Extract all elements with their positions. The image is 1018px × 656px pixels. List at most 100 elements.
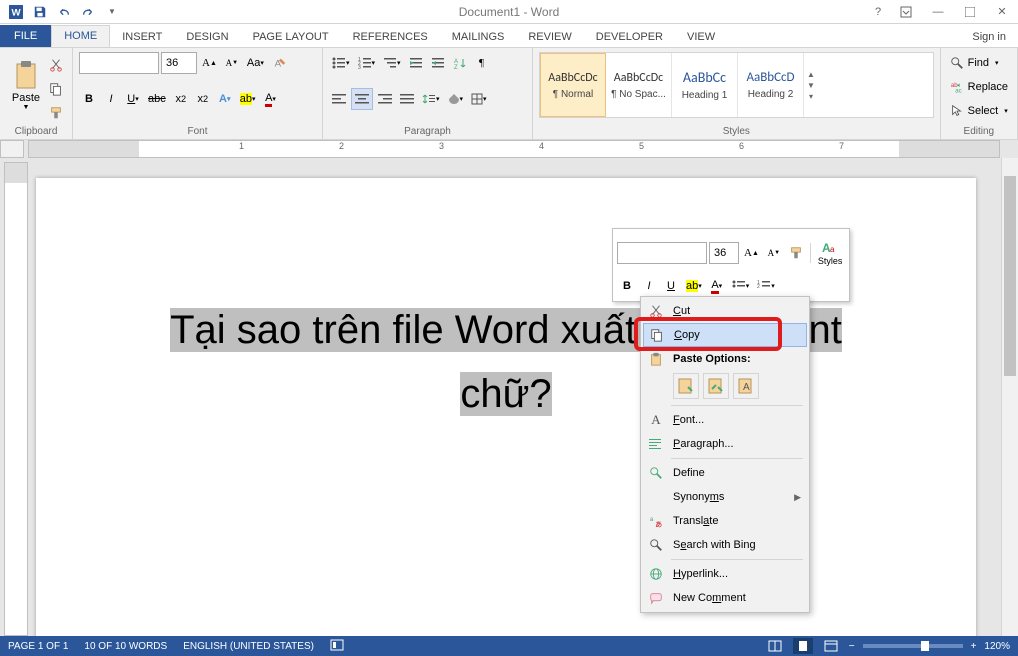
tab-insert[interactable]: INSERT xyxy=(110,27,174,47)
font-color-button[interactable]: A▾ xyxy=(261,88,281,110)
vertical-scrollbar[interactable] xyxy=(1001,158,1018,636)
mini-numbering[interactable]: 12▾ xyxy=(754,275,778,297)
align-center-button[interactable] xyxy=(351,88,373,110)
highlight-button[interactable]: ab▾ xyxy=(237,88,259,110)
ctx-font[interactable]: A Font... xyxy=(643,408,807,432)
view-web-layout[interactable] xyxy=(821,638,841,654)
grow-font-button[interactable]: A▲ xyxy=(199,52,220,74)
style-no-spacing[interactable]: AaBbCcDc¶ No Spac... xyxy=(606,53,672,117)
increase-indent-button[interactable] xyxy=(428,52,448,74)
v-ruler[interactable] xyxy=(4,162,28,636)
zoom-out[interactable]: − xyxy=(849,641,855,652)
help-button[interactable]: ? xyxy=(866,0,890,24)
mini-shrink-font[interactable]: A▼ xyxy=(764,242,784,264)
align-left-button[interactable] xyxy=(329,88,349,110)
decrease-indent-button[interactable] xyxy=(406,52,426,74)
subscript-button[interactable]: x2 xyxy=(171,88,191,110)
find-button[interactable]: Find▾ xyxy=(947,52,1011,74)
view-print-layout[interactable] xyxy=(793,638,813,654)
sign-in-link[interactable]: Sign in xyxy=(960,27,1018,47)
bold-button[interactable]: B xyxy=(79,88,99,110)
ctx-paragraph[interactable]: Paragraph... xyxy=(643,432,807,456)
view-read-mode[interactable] xyxy=(765,638,785,654)
styles-scroll-up[interactable]: ▲ xyxy=(807,70,815,79)
ctx-synonyms[interactable]: Synonyms ▶ xyxy=(643,485,807,509)
status-macro-icon[interactable] xyxy=(330,639,344,654)
ctx-new-comment[interactable]: New Comment xyxy=(643,586,807,610)
style-heading1[interactable]: AaBbCcHeading 1 xyxy=(672,53,738,117)
paste-keep-formatting[interactable] xyxy=(673,373,699,399)
status-language[interactable]: ENGLISH (UNITED STATES) xyxy=(183,641,314,652)
cut-button[interactable] xyxy=(46,54,66,76)
sort-button[interactable]: AZ xyxy=(450,52,470,74)
show-hide-button[interactable]: ¶ xyxy=(472,52,492,74)
font-size-input[interactable] xyxy=(161,52,197,74)
mini-styles[interactable]: AaStyles xyxy=(815,233,846,273)
paste-text-only[interactable]: A xyxy=(733,373,759,399)
italic-button[interactable]: I xyxy=(101,88,121,110)
zoom-in[interactable]: + xyxy=(971,641,977,652)
word-icon[interactable]: W xyxy=(6,2,26,22)
mini-grow-font[interactable]: A▲ xyxy=(741,242,762,264)
justify-button[interactable] xyxy=(397,88,417,110)
save-icon[interactable] xyxy=(30,2,50,22)
font-name-input[interactable] xyxy=(79,52,159,74)
change-case-button[interactable]: Aa▾ xyxy=(244,52,267,74)
mini-font-size[interactable] xyxy=(709,242,739,264)
numbering-button[interactable]: 123▾ xyxy=(355,52,379,74)
superscript-button[interactable]: x2 xyxy=(193,88,213,110)
clear-formatting-button[interactable]: A xyxy=(269,52,289,74)
shrink-font-button[interactable]: A▼ xyxy=(222,52,242,74)
style-normal[interactable]: AaBbCcDc¶ Normal xyxy=(540,53,606,117)
ribbon-display-button[interactable] xyxy=(890,0,922,24)
redo-icon[interactable] xyxy=(78,2,98,22)
align-right-button[interactable] xyxy=(375,88,395,110)
paste-merge-formatting[interactable] xyxy=(703,373,729,399)
ctx-search-bing[interactable]: Search with Bing xyxy=(643,533,807,557)
paste-button[interactable]: Paste ▼ xyxy=(6,52,46,118)
ctx-translate[interactable]: aあ Translate xyxy=(643,509,807,533)
mini-highlight[interactable]: ab▾ xyxy=(683,275,705,297)
tab-developer[interactable]: DEVELOPER xyxy=(584,27,675,47)
tab-references[interactable]: REFERENCES xyxy=(341,27,440,47)
tab-review[interactable]: REVIEW xyxy=(516,27,583,47)
copy-button[interactable] xyxy=(46,78,66,100)
strikethrough-button[interactable]: abc xyxy=(145,88,169,110)
ctx-define[interactable]: Define xyxy=(643,461,807,485)
mini-format-painter[interactable] xyxy=(786,242,806,264)
underline-button[interactable]: U▾ xyxy=(123,88,143,110)
ctx-cut[interactable]: CuCutt xyxy=(643,299,807,323)
minimize-button[interactable]: — xyxy=(922,0,954,24)
zoom-level[interactable]: 120% xyxy=(984,641,1010,652)
maximize-button[interactable] xyxy=(954,0,986,24)
bullets-button[interactable]: ▾ xyxy=(329,52,353,74)
tab-file[interactable]: FILE xyxy=(0,25,51,47)
borders-button[interactable]: ▾ xyxy=(468,88,490,110)
styles-expand[interactable]: ▾ xyxy=(809,92,813,101)
mini-font-name[interactable] xyxy=(617,242,707,264)
tab-view[interactable]: VIEW xyxy=(675,27,727,47)
tab-design[interactable]: DESIGN xyxy=(174,27,240,47)
multilevel-list-button[interactable]: ▾ xyxy=(380,52,404,74)
shading-button[interactable]: ▾ xyxy=(445,88,467,110)
text-effects-button[interactable]: A▾ xyxy=(215,88,235,110)
tab-page-layout[interactable]: PAGE LAYOUT xyxy=(241,27,341,47)
style-heading2[interactable]: AaBbCcDHeading 2 xyxy=(738,53,804,117)
line-spacing-button[interactable]: ▾ xyxy=(419,88,443,110)
tab-mailings[interactable]: MAILINGS xyxy=(440,27,517,47)
mini-bullets[interactable]: ▾ xyxy=(729,275,753,297)
mini-font-color[interactable]: A▾ xyxy=(707,275,727,297)
tab-home[interactable]: HOME xyxy=(51,25,110,47)
mini-underline[interactable]: U xyxy=(661,275,681,297)
close-button[interactable]: ✕ xyxy=(986,0,1018,24)
format-painter-button[interactable] xyxy=(46,102,66,124)
mini-bold[interactable]: B xyxy=(617,275,637,297)
h-ruler[interactable]: 1 2 3 4 5 6 7 xyxy=(28,140,1000,158)
select-button[interactable]: Select▾ xyxy=(947,100,1011,122)
styles-scroll-down[interactable]: ▼ xyxy=(807,81,815,90)
mini-italic[interactable]: I xyxy=(639,275,659,297)
status-words[interactable]: 10 OF 10 WORDS xyxy=(84,641,167,652)
zoom-slider[interactable] xyxy=(863,644,963,648)
replace-button[interactable]: abacReplace xyxy=(947,76,1011,98)
qat-dropdown-icon[interactable]: ▼ xyxy=(102,2,122,22)
